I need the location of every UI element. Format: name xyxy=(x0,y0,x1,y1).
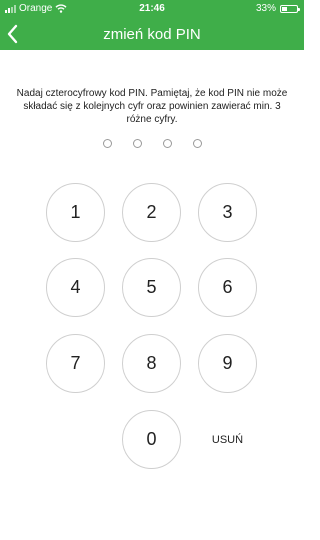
pin-dot xyxy=(163,139,172,148)
delete-button[interactable]: USUŃ xyxy=(198,410,257,469)
key-4[interactable]: 4 xyxy=(46,258,105,317)
status-bar: Orange 21:46 33% xyxy=(0,0,304,18)
pin-dot xyxy=(133,139,142,148)
key-8[interactable]: 8 xyxy=(122,334,181,393)
key-9[interactable]: 9 xyxy=(198,334,257,393)
battery-level xyxy=(282,6,287,11)
key-6[interactable]: 6 xyxy=(198,258,257,317)
key-2[interactable]: 2 xyxy=(122,183,181,242)
key-7[interactable]: 7 xyxy=(46,334,105,393)
battery-icon xyxy=(280,4,300,13)
key-0[interactable]: 0 xyxy=(122,410,181,469)
nav-bar: zmień kod PIN xyxy=(0,18,304,50)
pin-dot xyxy=(193,139,202,148)
pin-indicator xyxy=(103,139,202,148)
page-title: zmień kod PIN xyxy=(103,26,201,43)
key-1[interactable]: 1 xyxy=(46,183,105,242)
pin-dot xyxy=(103,139,112,148)
key-3[interactable]: 3 xyxy=(198,183,257,242)
key-5[interactable]: 5 xyxy=(122,258,181,317)
battery-area: 33% xyxy=(255,3,300,14)
battery-percent: 33% xyxy=(255,3,276,14)
pin-instructions: Nadaj czterocyfrowy kod PIN. Pamiętaj, ż… xyxy=(16,88,288,125)
